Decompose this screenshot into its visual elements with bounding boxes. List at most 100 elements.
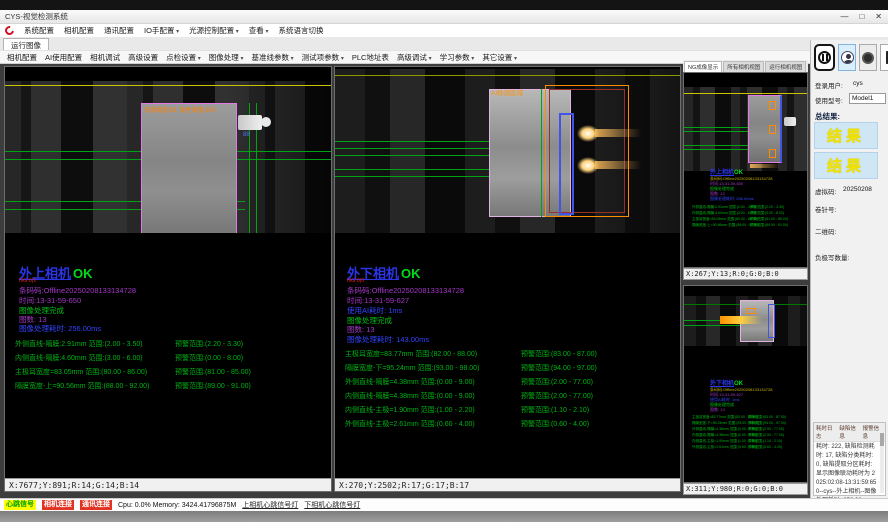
- virtual-code-value: 20250208: [843, 186, 872, 193]
- overlay-green-line: [684, 127, 748, 128]
- measurement-text: 外侧直线-隔膜:2.91mm 范围:(2.00 - 3.50): [15, 339, 143, 349]
- measurement-text: 内侧直线-隔膜=4.38mm 范围:(0.00 - 9.00): [345, 391, 475, 401]
- total-result-label: 总结果:: [815, 111, 840, 122]
- pause-button[interactable]: [814, 44, 835, 71]
- process-time-line: 图像处理耗时: 143.00ms: [347, 334, 429, 345]
- measurement-text: 外侧直线-主极=2.61mm 范围:(0.60 - 4.00): [345, 419, 475, 429]
- tool-advanced-debug[interactable]: 高级调试: [397, 52, 432, 63]
- cpu-memory-text: Cpu: 0.0% Memory: 3424.41796875M: [118, 502, 236, 509]
- pixel-coords-thumb-lower: X:311;Y:980;R:0;G:0;B:0: [683, 483, 808, 495]
- result-ok-badge: OK: [401, 266, 421, 281]
- close-icon[interactable]: ✕: [875, 11, 882, 23]
- tool-test-params[interactable]: 测试项参数: [302, 52, 344, 63]
- comm-connect-badge: 通讯连接: [80, 500, 112, 510]
- app-window: CYS-视觉检测系统 — □ ✕ 系统配置 相机配置 通讯配置 IO手配置 光源…: [0, 0, 888, 522]
- overlay-yellow-line: [335, 75, 680, 76]
- app-logo-icon: [3, 24, 16, 37]
- menu-io-config[interactable]: IO手配置: [144, 25, 179, 36]
- measurement-text: 内侧直线-隔膜:4.60mm 范围:(3.00 - 6.00): [692, 211, 756, 216]
- menu-system-config[interactable]: 系统配置: [24, 25, 54, 36]
- tool-spot-check[interactable]: 点检设置: [166, 52, 201, 63]
- login-user-value: cys: [853, 80, 863, 87]
- login-user-label: 登录用户:: [815, 80, 843, 90]
- menu-view[interactable]: 查看: [249, 25, 269, 36]
- tab-all-cameras[interactable]: 所有相机视图: [723, 61, 764, 72]
- user-icon: [841, 51, 854, 64]
- thumbnail-lower-camera[interactable]: 外下相机OK 条码码:Offline20250208133134728 时间:1…: [683, 285, 808, 483]
- result-ok-badge: OK: [73, 266, 93, 281]
- headset-icon: [862, 52, 874, 64]
- model-select[interactable]: Model1: [849, 93, 886, 104]
- ai-sub-box: [769, 125, 776, 134]
- camera-view-upper[interactable]: 灰度阈值:93, 极性阈值:100 88 外上相机OK NG:0|1 条码码:O…: [4, 66, 332, 492]
- measurement-warn: 预警范围:(2.20 - 3.30): [175, 339, 243, 349]
- tool-camera-debug[interactable]: 相机调试: [90, 52, 120, 63]
- measurement-text: 隔膜宽度-下=95.24mm 范围:(93.00 - 98.00): [345, 363, 479, 373]
- ai-sub-box: [746, 308, 756, 314]
- tool-image-processing[interactable]: 图像处理: [209, 52, 244, 63]
- tab-connector-blob: [238, 115, 262, 130]
- tool-plc-address[interactable]: PLC地址表: [352, 52, 389, 63]
- roi-rect-blue: [768, 304, 775, 338]
- menu-light-config[interactable]: 光源控制配置: [189, 25, 239, 36]
- measurement-warn: 预警范围:(83.00 - 87.00): [748, 415, 786, 420]
- menu-language-switch[interactable]: 系统语言切换: [278, 25, 323, 36]
- camera-connect-badge: 相机连接: [42, 500, 74, 510]
- overlay-green-line: [684, 149, 748, 150]
- measurement-text: 外侧直线-隔膜=4.38mm 范围:(0.00 - 9.00): [345, 377, 475, 387]
- thumbnail-upper-camera[interactable]: 外上相机OK 条码码:Offline20250208133134728 时间:1…: [683, 72, 808, 268]
- tool-advanced-settings[interactable]: 高级设置: [128, 52, 158, 63]
- measurement-text: 内侧直线-主极=1.90mm 范围:(1.00 - 2.20): [345, 405, 475, 415]
- glow-streak: [595, 161, 641, 169]
- headset-button[interactable]: [859, 44, 877, 71]
- tool-ai-config[interactable]: AI使用配置: [45, 52, 82, 63]
- menu-camera-config[interactable]: 相机配置: [64, 25, 94, 36]
- tool-learning-params[interactable]: 学习参数: [440, 52, 475, 63]
- overlay-green-line: [684, 325, 746, 326]
- measurement-warn: 预警范围:(2.00 - 77.00): [748, 427, 784, 432]
- user-button[interactable]: [838, 44, 856, 71]
- tool-baseline-params[interactable]: 基准线参数: [251, 52, 293, 63]
- log-tab-defect[interactable]: 缺陷信息: [839, 424, 859, 440]
- pixel-coords-upper: X:7677;Y:891;R:14;G:14;B:14: [5, 478, 331, 491]
- upper-camera-heartbeat: 上相机心跳信号灯: [242, 500, 298, 510]
- minimize-icon[interactable]: —: [840, 11, 848, 23]
- menu-comm-config[interactable]: 通讯配置: [104, 25, 134, 36]
- log-tab-timing[interactable]: 耗时日志: [816, 424, 836, 440]
- glow-streak: [595, 129, 641, 137]
- ng-info: NG:0|0: [347, 278, 364, 284]
- ai-sub-box: [769, 101, 776, 110]
- measurement-text: 主极耳宽度=83.77mm 范围:(82.00 - 88.00): [345, 349, 477, 359]
- process-time-line: 图像处理耗时: 256.00ms: [19, 323, 101, 334]
- tab-strip: 运行图像: [0, 37, 888, 50]
- measurement-text: 外侧直线-隔膜:2.91mm 范围:(2.00 - 3.50): [692, 205, 756, 210]
- roi-rect-electrode: [748, 95, 782, 163]
- overlay-green-line: [684, 145, 748, 146]
- camera-image-lower: AI检测区域: [335, 69, 680, 233]
- tab-ng-display[interactable]: NG成像显示: [684, 61, 722, 72]
- maximize-icon[interactable]: □: [859, 11, 864, 23]
- control-panel: ➜ 登录用户: cys 使用型号: Model1 总结果: 结果 结果 虚拟码:…: [810, 40, 888, 498]
- window-bottom-edge: [0, 511, 888, 522]
- tab-running-cameras[interactable]: 运行相机视图: [765, 61, 806, 72]
- overlay-yellow-line: [5, 85, 331, 86]
- measurement-warn: 预警范围:(2.00 - 77.00): [521, 377, 593, 387]
- exit-button[interactable]: ➜: [880, 44, 888, 71]
- pixel-coords-thumb-upper: X:267;Y:13;R:0;G:0;B:0: [683, 268, 808, 280]
- overlay-yellow-line: [684, 93, 807, 94]
- measurement-warn: 预警范围:(0.00 - 8.00): [175, 353, 243, 363]
- log-scrollbar[interactable]: [880, 433, 884, 493]
- overlay-green-vline: [541, 89, 542, 217]
- tool-camera-config[interactable]: 相机配置: [7, 52, 37, 63]
- ai-sub-box: [769, 149, 776, 158]
- overlay-value-text: 88: [243, 132, 250, 138]
- measurement-warn: 预警范围:(0.60 - 4.00): [521, 419, 589, 429]
- measurement-warn: 预警范围:(89.00 - 91.00): [750, 223, 788, 228]
- thumbnail-image: [684, 296, 807, 346]
- measurement-warn: 预警范围:(94.00 - 97.00): [748, 421, 786, 426]
- camera-view-lower[interactable]: AI检测区域 外下相机OK NG:0|0 条码码:Offline20250208…: [334, 66, 681, 492]
- tab-connector-tip: [261, 117, 271, 127]
- tool-other-settings[interactable]: 其它设置: [482, 52, 517, 63]
- roi-rect-electrode: 灰度阈值:93, 极性阈值:100: [141, 103, 237, 233]
- measurement-warn: 预警范围:(83.00 - 87.00): [521, 349, 597, 359]
